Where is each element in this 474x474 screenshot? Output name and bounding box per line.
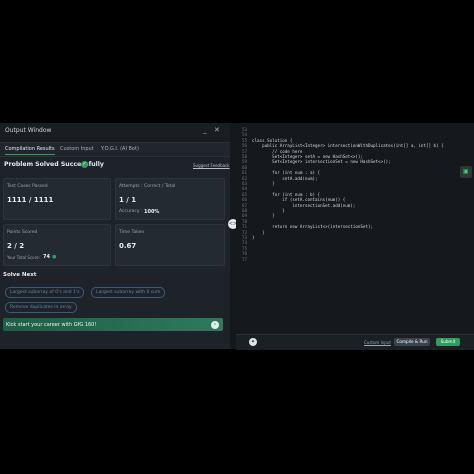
- suggest-feedback-link[interactable]: Suggest Feedback: [193, 163, 230, 168]
- line-number: 53: [242, 127, 248, 132]
- code-line: if (setA.contains(num)) {: [252, 197, 346, 203]
- line-number: 58: [242, 154, 248, 159]
- line-number: 72: [242, 229, 248, 235]
- close-icon[interactable]: ✕: [214, 126, 220, 134]
- line-number: 68: [242, 208, 248, 213]
- line-number: 73: [242, 235, 248, 240]
- output-tabs: Compilation Results Custom Input Y.O.G.I…: [0, 143, 230, 157]
- custom-input-link[interactable]: Custom Input: [364, 340, 391, 345]
- code-line: for (int num : a) {: [252, 170, 321, 176]
- code-line: // code here: [252, 148, 303, 154]
- accuracy-value: 100%: [144, 208, 160, 215]
- output-window-title: Output Window: [5, 127, 52, 134]
- line-number: 65: [242, 191, 248, 197]
- chat-icon: ▣: [463, 168, 469, 175]
- arrow-right-icon[interactable]: ›: [211, 320, 219, 329]
- output-window-header: Output Window _ ✕: [0, 123, 230, 143]
- tab-custom-input[interactable]: Custom Input: [60, 146, 94, 152]
- code-line: Set<Integer> intersectionSet = new HashS…: [252, 159, 391, 165]
- editor-tool-button[interactable]: ▣: [460, 166, 472, 178]
- line-number: 70: [242, 218, 248, 224]
- line-number: 56: [242, 143, 248, 149]
- code-line: Set<Integer> setA = new HashSet<>();: [252, 154, 363, 159]
- line-number: 64: [242, 186, 248, 192]
- solve-next-item[interactable]: Largest subarray of 0's and 1's: [5, 287, 85, 298]
- line-number: 63: [242, 181, 248, 186]
- code-line: }: [252, 208, 285, 213]
- line-number: 69: [242, 213, 248, 219]
- attempts-card: Attempts : Correct / Total 1 / 1 Accurac…: [115, 178, 225, 220]
- bulb-icon[interactable]: ✦: [249, 338, 257, 346]
- line-number: 74: [242, 240, 248, 246]
- output-panel: Output Window _ ✕ Compilation Results Cu…: [0, 123, 230, 349]
- time-label: Time Taken: [119, 230, 145, 235]
- line-number: 76: [242, 251, 248, 257]
- tab-compilation-results[interactable]: Compilation Results: [5, 146, 55, 155]
- code-line: setA.add(num);: [252, 175, 318, 181]
- code-line: }: [252, 229, 265, 235]
- editor-action-bar: ✦ Custom Input Compile & Run Submit: [236, 334, 474, 350]
- solve-next-item[interactable]: Remove duplicates in array: [5, 302, 77, 313]
- time-card: Time Taken 0.67: [115, 224, 225, 266]
- line-number: 77: [242, 256, 248, 262]
- banner-text: Kick start your career with GfG 160!: [6, 321, 97, 328]
- line-number: 71: [242, 224, 248, 230]
- solve-next-item[interactable]: Largest subarray with 0 sum: [91, 287, 166, 298]
- line-number: 59: [242, 159, 248, 165]
- app-window: Output Window _ ✕ Compilation Results Cu…: [0, 123, 474, 350]
- status-text: Problem Solved Successfully: [4, 161, 104, 168]
- code-line: public ArrayList<Integer> intersectionWi…: [252, 143, 444, 149]
- line-number: 54: [242, 132, 248, 138]
- line-number: 75: [242, 245, 248, 251]
- score-trophy-icon: ●: [52, 254, 57, 260]
- total-score-value: 74: [43, 254, 50, 260]
- line-number: 61: [242, 170, 248, 176]
- gfg160-banner[interactable]: Kick start your career with GfG 160! ›: [3, 318, 223, 331]
- line-number: 67: [242, 202, 248, 208]
- minimize-icon[interactable]: _: [203, 126, 207, 134]
- code-editor[interactable]: 53 54 55 class Solution { 56 public ArrayLis…: [236, 123, 474, 350]
- code-line: class Solution {: [252, 137, 293, 143]
- line-number: 60: [242, 164, 248, 170]
- line-number: 55: [242, 137, 248, 143]
- test-cases-value: 1111 / 1111: [7, 196, 54, 204]
- attempts-label: Attempts : Correct / Total: [119, 184, 176, 189]
- accuracy-label: Accuracy :: [119, 209, 143, 214]
- solve-next-title: Solve Next: [3, 272, 37, 278]
- code-line: }: [252, 213, 275, 219]
- code-line: return new ArrayList<>(intersectionSet);: [252, 224, 374, 230]
- line-number: 57: [242, 148, 248, 154]
- points-label: Points Scored: [7, 230, 38, 235]
- points-value: 2 / 2: [7, 242, 25, 250]
- total-score-label: Your Total Score:: [7, 255, 40, 260]
- tab-yogi-ai-bot[interactable]: Y.O.G.I. (AI Bot): [101, 146, 139, 152]
- compile-run-button[interactable]: Compile & Run: [394, 338, 430, 346]
- code-line: }: [252, 181, 275, 186]
- line-number: 66: [242, 197, 248, 203]
- code-line: }: [252, 235, 255, 240]
- attempts-value: 1 / 1: [119, 196, 137, 204]
- test-cases-card: Test Cases Passed 1111 / 1111: [3, 178, 111, 220]
- test-cases-label: Test Cases Passed: [7, 184, 48, 189]
- points-card: Points Scored 2 / 2 Your Total Score: 74…: [3, 224, 111, 266]
- code-line: for (int num : b) {: [252, 191, 321, 197]
- success-check-icon: ✓: [81, 161, 88, 168]
- submit-button[interactable]: Submit: [436, 338, 460, 346]
- time-value: 0.67: [119, 242, 137, 250]
- line-number: 62: [242, 175, 248, 181]
- code-line: intersectionSet.add(num);: [252, 202, 356, 208]
